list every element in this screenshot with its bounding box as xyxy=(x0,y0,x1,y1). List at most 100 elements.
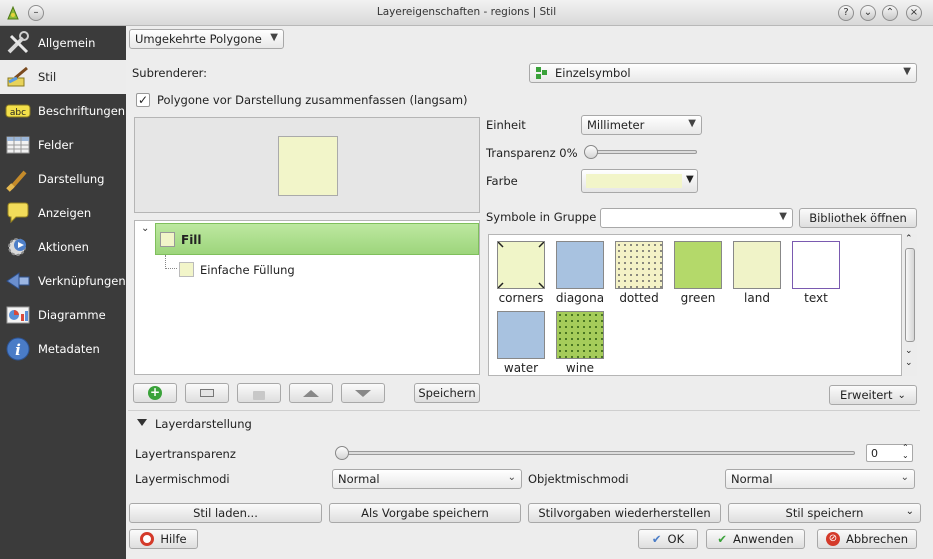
cancel-button[interactable]: ⊘ Abbrechen xyxy=(817,529,917,549)
scrollbar-thumb[interactable] xyxy=(905,248,915,342)
transparency-slider-track[interactable] xyxy=(586,150,697,154)
apply-label: Anwenden xyxy=(733,532,794,546)
preview-swatch xyxy=(278,136,338,196)
save-style-label: Stil speichern xyxy=(785,506,864,520)
layer-transparency-slider-handle[interactable] xyxy=(335,446,349,460)
save-as-default-button[interactable]: Als Vorgabe speichern xyxy=(329,503,521,523)
unit-label: Einheit xyxy=(486,118,526,132)
move-down-button[interactable] xyxy=(341,383,385,403)
symbol-text[interactable]: text xyxy=(788,241,844,305)
section-expand-icon[interactable] xyxy=(137,419,147,426)
sidebar-item-metadaten[interactable]: i Metadaten xyxy=(0,332,126,366)
save-symbol-button[interactable]: Speichern xyxy=(414,383,480,403)
sidebar-item-stil[interactable]: Stil xyxy=(0,60,126,94)
group-combo[interactable]: ▼ xyxy=(600,208,793,228)
table-icon xyxy=(4,131,32,159)
chevron-down-icon: ⌄ xyxy=(900,472,909,483)
window-title: Layereigenschaften - regions | Stil xyxy=(376,6,557,18)
unit-combo[interactable]: Millimeter ▼ xyxy=(581,115,702,135)
layer-rendering-title[interactable]: Layerdarstellung xyxy=(155,417,252,431)
help-icon[interactable]: ? xyxy=(838,5,854,21)
lock-icon xyxy=(253,390,265,400)
restore-default-style-button[interactable]: Stilvorgaben wiederherstellen xyxy=(528,503,721,523)
symbol-swatch xyxy=(615,241,663,289)
symbol-land[interactable]: land xyxy=(729,241,785,305)
symbol-water[interactable]: water xyxy=(493,311,549,375)
layer-blend-label: Layermischmodi xyxy=(135,472,230,486)
minimize-icon[interactable]: ⌄ xyxy=(860,5,876,21)
symbol-diagona[interactable]: diagona xyxy=(552,241,608,305)
unit-value: Millimeter xyxy=(587,118,645,132)
color-button[interactable]: ▼ xyxy=(581,169,698,193)
symbol-layer-tree: ⌄ Fill Einfache Füllung xyxy=(134,220,480,375)
apply-button[interactable]: ✔ Anwenden xyxy=(706,529,805,549)
sidebar-item-allgemein[interactable]: Allgemein xyxy=(0,26,126,60)
save-style-button[interactable]: Stil speichern ⌄ xyxy=(728,503,921,523)
tree-item-simple-fill[interactable]: Einfache Füllung xyxy=(200,263,295,277)
close-icon[interactable]: × xyxy=(906,5,922,21)
sidebar-item-beschriftungen[interactable]: abc Beschriftungen xyxy=(0,94,126,128)
chevron-down-icon: ⌄ xyxy=(897,389,906,401)
layer-transparency-spinbox[interactable]: 0 ⌃ ⌄ xyxy=(866,444,913,462)
symbol-wine[interactable]: wine xyxy=(552,311,608,375)
sidebar-item-verknuepfungen[interactable]: Verknüpfungen xyxy=(0,264,126,298)
symbol-corners[interactable]: corners xyxy=(493,241,549,305)
join-icon xyxy=(4,267,32,295)
color-label: Farbe xyxy=(486,174,518,188)
feature-blend-combo[interactable]: Normal ⌄ xyxy=(725,469,915,489)
feature-blend-label: Objektmischmodi xyxy=(528,472,629,486)
chevron-down-icon: ⌄ xyxy=(905,506,914,517)
sidebar-item-diagramme[interactable]: Diagramme xyxy=(0,298,126,332)
advanced-button[interactable]: Erweitert ⌄ xyxy=(829,385,917,405)
sidebar-item-label: Beschriftungen xyxy=(38,104,126,118)
cancel-icon: ⊘ xyxy=(826,532,840,546)
add-symbol-layer-button[interactable]: + xyxy=(133,383,177,403)
remove-symbol-layer-button[interactable] xyxy=(185,383,229,403)
renderer-type-combo[interactable]: Umgekehrte Polygone ▼ xyxy=(129,29,284,49)
collapse-arrow-icon[interactable]: ⌄ xyxy=(141,223,155,237)
ok-button[interactable]: ✔ OK xyxy=(638,529,698,549)
merge-polygons-checkbox[interactable]: ✓ xyxy=(136,93,150,107)
scroll-up-icon[interactable]: ⌃ xyxy=(905,234,913,244)
sidebar-item-anzeigen[interactable]: Anzeigen xyxy=(0,196,126,230)
maximize-icon[interactable]: ⌃ xyxy=(882,5,898,21)
symbol-name: water xyxy=(503,361,539,375)
transparency-slider-handle[interactable] xyxy=(584,145,598,159)
ok-label: OK xyxy=(667,532,685,546)
layer-transparency-slider-track[interactable] xyxy=(338,451,855,455)
chevron-down-icon: ▼ xyxy=(686,174,694,185)
sidebar-item-darstellung[interactable]: Darstellung xyxy=(0,162,126,196)
open-library-button[interactable]: Bibliothek öffnen xyxy=(799,208,917,228)
subrenderer-combo[interactable]: Einzelsymbol ▼ xyxy=(529,63,917,83)
svg-text:abc: abc xyxy=(10,108,26,118)
symbol-grid-scrollbar[interactable]: ⌃ ⌄ ⌄ xyxy=(903,234,917,376)
symbol-green[interactable]: green xyxy=(670,241,726,305)
fill-swatch xyxy=(160,232,175,247)
move-up-button[interactable] xyxy=(289,383,333,403)
lock-layer-button[interactable] xyxy=(237,383,281,403)
symbol-swatch xyxy=(792,241,840,289)
feature-blend-value: Normal xyxy=(731,472,773,486)
single-symbol-icon xyxy=(535,66,549,80)
scroll-down-icon[interactable]: ⌄ xyxy=(905,358,913,368)
sidebar-item-felder[interactable]: Felder xyxy=(0,128,126,162)
sidebar: Allgemein Stil abc Beschriftungen Felder… xyxy=(0,26,126,559)
transparency-label: Transparenz 0% xyxy=(486,146,578,160)
sidebar-item-aktionen[interactable]: Aktionen xyxy=(0,230,126,264)
layer-blend-value: Normal xyxy=(338,472,380,486)
symbol-swatch xyxy=(497,241,545,289)
renderer-type-value: Umgekehrte Polygone xyxy=(135,32,262,46)
spin-arrows-icon[interactable]: ⌃ ⌄ xyxy=(902,444,909,460)
help-button[interactable]: Hilfe xyxy=(129,529,198,549)
chevron-down-icon: ▼ xyxy=(903,66,911,77)
layer-blend-combo[interactable]: Normal ⌄ xyxy=(332,469,522,489)
up-arrow-icon xyxy=(303,389,319,397)
symbol-dotted[interactable]: dotted xyxy=(611,241,667,305)
load-style-button[interactable]: Stil laden... xyxy=(129,503,322,523)
help-label: Hilfe xyxy=(160,532,187,546)
symbol-preview xyxy=(134,117,480,213)
scroll-down-icon[interactable]: ⌄ xyxy=(905,346,913,356)
tree-item-fill[interactable]: Fill xyxy=(155,223,479,255)
sidebar-item-label: Diagramme xyxy=(38,308,106,322)
info-icon: i xyxy=(4,335,32,363)
